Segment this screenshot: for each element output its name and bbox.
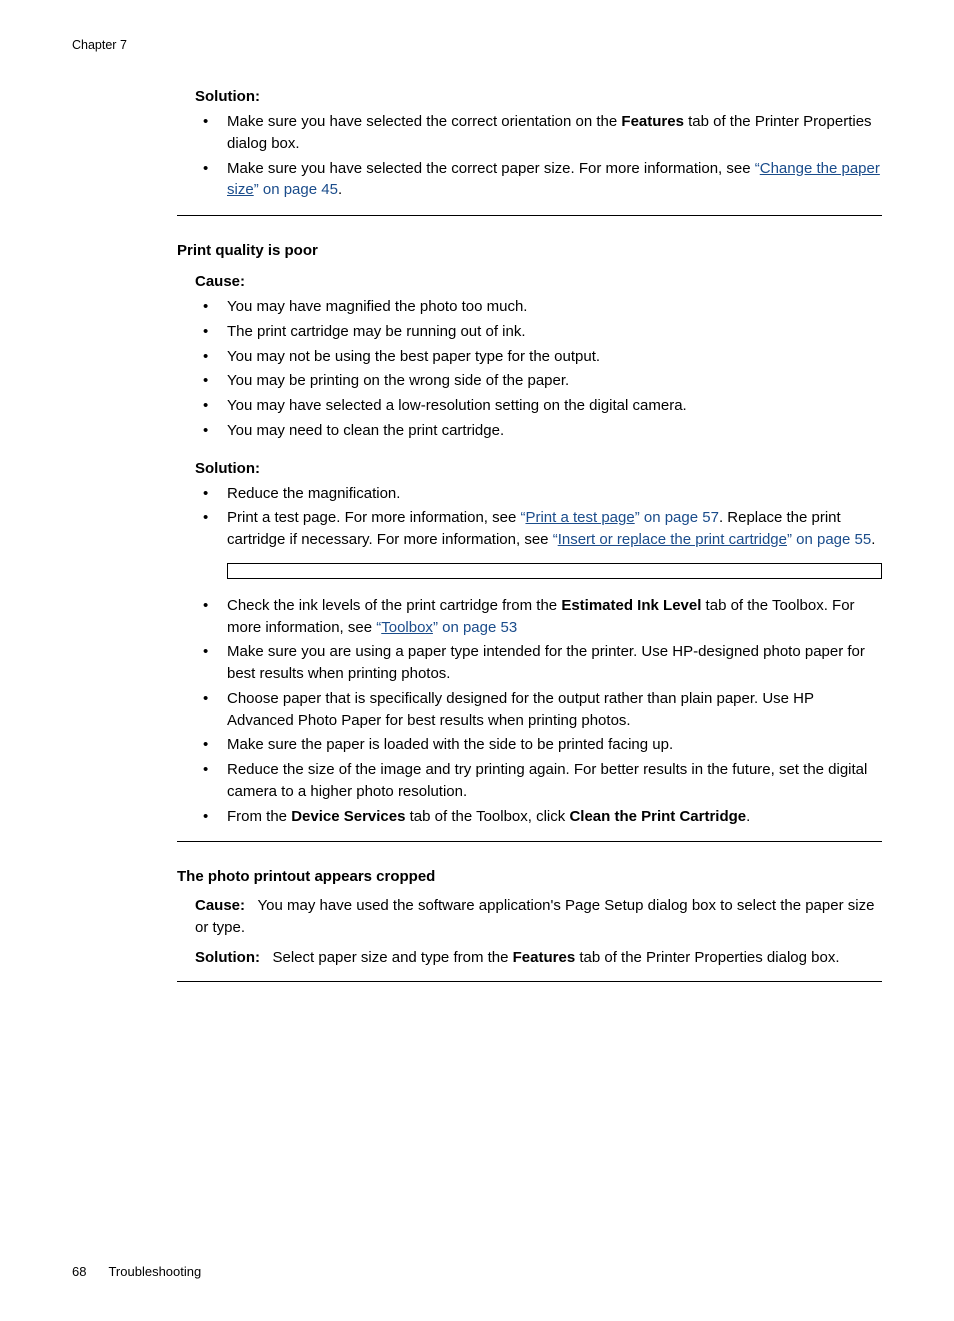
list-item: You may have magnified the photo too muc… <box>195 296 882 318</box>
text: Make sure you have selected the correct … <box>227 113 621 130</box>
bold-text: Features <box>621 113 684 130</box>
text: Make sure you have selected the correct … <box>227 160 755 177</box>
list-item: The print cartridge may be running out o… <box>195 321 882 343</box>
solution-list-1: Make sure you have selected the correct … <box>195 111 882 201</box>
list-item: Reduce the magnification. <box>195 483 882 505</box>
solution-heading-1: Solution: <box>195 88 882 105</box>
separator <box>177 981 882 982</box>
link-page-ref: ” on page 57 <box>635 509 719 526</box>
list-item: You may not be using the best paper type… <box>195 346 882 368</box>
cause-list: You may have magnified the photo too muc… <box>195 296 882 442</box>
separator <box>177 841 882 842</box>
cause-paragraph: Cause: You may have used the software ap… <box>195 895 882 939</box>
footer-section: Troubleshooting <box>108 1264 201 1279</box>
list-item: Make sure you have selected the correct … <box>195 111 882 155</box>
list-item: Reduce the size of the image and try pri… <box>195 759 882 803</box>
list-item: You may be printing on the wrong side of… <box>195 370 882 392</box>
toolbox-link[interactable]: Toolbox <box>381 619 433 636</box>
list-item: Make sure the paper is loaded with the s… <box>195 734 882 756</box>
cause-heading: Cause: <box>195 273 882 290</box>
link-page-ref: ” on page 55 <box>787 531 871 548</box>
solution-label: Solution: <box>195 949 260 966</box>
bold-text: Features <box>513 949 576 966</box>
list-item: From the Device Services tab of the Tool… <box>195 806 882 828</box>
list-item: Choose paper that is specifically design… <box>195 688 882 732</box>
solution-heading-2: Solution: <box>195 460 882 477</box>
bold-text: Device Services <box>291 808 405 825</box>
text: tab of the Toolbox, click <box>405 808 569 825</box>
link-page-ref: ” on page 53 <box>433 619 517 636</box>
note-box <box>227 563 882 579</box>
text: Check the ink levels of the print cartri… <box>227 597 561 614</box>
solution-list-2b: Check the ink levels of the print cartri… <box>195 595 882 828</box>
list-item: Make sure you have selected the correct … <box>195 158 882 202</box>
chapter-header: Chapter 7 <box>72 38 882 52</box>
cause-label: Cause: <box>195 897 245 914</box>
separator <box>177 215 882 216</box>
print-quality-heading: Print quality is poor <box>177 242 882 259</box>
print-test-page-link[interactable]: Print a test page <box>525 509 634 526</box>
insert-replace-cartridge-link[interactable]: Insert or replace the print cartridge <box>558 531 787 548</box>
page-footer: 68 Troubleshooting <box>72 1264 201 1279</box>
bold-text: Estimated Ink Level <box>561 597 701 614</box>
page-number: 68 <box>72 1264 86 1279</box>
text: . <box>746 808 750 825</box>
list-item: Print a test page. For more information,… <box>195 507 882 551</box>
text: tab of the Printer Properties dialog box… <box>575 949 839 966</box>
list-item: Make sure you are using a paper type int… <box>195 641 882 685</box>
text: . <box>338 181 342 198</box>
list-item: Check the ink levels of the print cartri… <box>195 595 882 639</box>
text: Select paper size and type from the <box>273 949 513 966</box>
text: . <box>871 531 875 548</box>
solution-paragraph: Solution: Select paper size and type fro… <box>195 947 882 969</box>
text: Print a test page. For more information,… <box>227 509 520 526</box>
solution-list-2: Reduce the magnification. Print a test p… <box>195 483 882 551</box>
cause-text: You may have used the software applicati… <box>195 897 874 936</box>
list-item: You may have selected a low-resolution s… <box>195 395 882 417</box>
text: From the <box>227 808 291 825</box>
cropped-heading: The photo printout appears cropped <box>177 868 882 885</box>
bold-text: Clean the Print Cartridge <box>569 808 746 825</box>
link-page-ref: ” on page 45 <box>254 181 338 198</box>
list-item: You may need to clean the print cartridg… <box>195 420 882 442</box>
